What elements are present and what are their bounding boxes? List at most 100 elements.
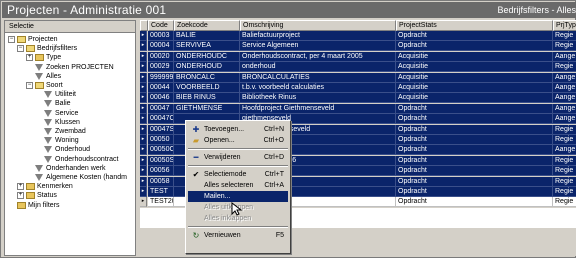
row-indicator-icon[interactable]: ▸ bbox=[140, 176, 147, 187]
menu-item[interactable]: ✔ Selectiemode Ctrl+T bbox=[188, 169, 288, 180]
row-indicator-icon[interactable]: ▸ bbox=[140, 135, 147, 145]
folder-icon bbox=[17, 201, 26, 209]
menu-item[interactable]: ━ Verwijderen Ctrl+D bbox=[188, 152, 288, 163]
tree-node[interactable]: − Projecten bbox=[8, 35, 58, 44]
row-indicator-icon[interactable]: ▸ bbox=[140, 187, 147, 197]
tree-node[interactable]: + Kenmerken bbox=[17, 182, 73, 191]
funnel-icon bbox=[44, 100, 52, 108]
table-cell: Regie bbox=[553, 176, 576, 187]
table-cell: Aange bbox=[553, 145, 576, 156]
tree-node-label: Service bbox=[55, 109, 79, 117]
column-header[interactable]: Omschrijving bbox=[240, 20, 396, 31]
tree-node-label: Klussen bbox=[55, 118, 80, 126]
table-row[interactable]: ▸ 00003 BALIE Baliefactuurproject Opdracht Re… bbox=[140, 31, 576, 41]
tree-node[interactable]: Klussen bbox=[35, 118, 80, 127]
collapse-icon[interactable]: − bbox=[8, 36, 15, 43]
expand-icon[interactable]: + bbox=[17, 183, 24, 191]
tree-node[interactable]: Woning bbox=[35, 136, 79, 145]
menu-item[interactable]: Mailen... bbox=[188, 191, 288, 202]
funnel-icon bbox=[44, 155, 52, 163]
funnel-icon bbox=[44, 109, 52, 117]
tree-node[interactable]: − Bedrijfsfilters bbox=[17, 44, 77, 53]
row-indicator-icon[interactable]: ▸ bbox=[140, 103, 147, 114]
tree-node[interactable]: Mijn filters bbox=[8, 201, 60, 210]
table-cell: t.b.v. voorbeeld calculaties bbox=[240, 83, 396, 93]
tree-node-label: Zwembad bbox=[55, 128, 86, 135]
row-indicator-icon[interactable]: ▸ bbox=[140, 51, 147, 62]
menu-item-label: Openen... bbox=[204, 137, 235, 144]
expand-icon[interactable]: + bbox=[17, 192, 24, 200]
table-row[interactable]: ▸ 00020 ONDERHOUDC Onderhoudscontract, per … bbox=[140, 51, 576, 62]
grid-header: Code Zoekcode Omschrijving ProjectStats PrjT… bbox=[140, 20, 576, 31]
tree-node-label: Onderhoudscontract bbox=[55, 155, 119, 163]
collapse-icon[interactable]: − bbox=[17, 45, 24, 53]
table-row[interactable]: ▸ 00029 ONDERHOUD onderhoud Acquisitie Regie bbox=[140, 62, 576, 73]
row-indicator-icon[interactable]: ▸ bbox=[140, 197, 147, 208]
table-row[interactable]: ▸ 00044 VOORBEELD t.b.v. voorbeeld calculat… bbox=[140, 83, 576, 93]
tree-node[interactable]: Utiliteit bbox=[35, 90, 76, 99]
menu-item-label: Alles selecteren bbox=[204, 182, 254, 189]
row-indicator-icon[interactable]: ▸ bbox=[140, 93, 147, 104]
tree-node[interactable]: Onderhoud bbox=[35, 145, 90, 154]
table-row[interactable]: ▸ 00004 SERVIVEA Service Algemeen Opdracht Re… bbox=[140, 41, 576, 52]
tree-node[interactable]: Algemene Kosten (handm bbox=[26, 173, 127, 182]
menu-item[interactable]: ✚ Toevoegen... Ctrl+N bbox=[188, 124, 288, 135]
collapse-icon[interactable]: − bbox=[26, 82, 33, 89]
tree-node[interactable]: Zwembad bbox=[35, 127, 86, 136]
table-cell: Regie bbox=[553, 62, 576, 73]
table-cell: SERVIVEA bbox=[174, 41, 240, 52]
table-cell: 999999 bbox=[148, 72, 174, 83]
table-cell: 00050C-06 bbox=[148, 145, 174, 156]
column-header[interactable]: Code bbox=[148, 20, 174, 31]
window-frame: Projecten - Administratie 001 Bedrijfsfi… bbox=[0, 0, 576, 258]
menu-item[interactable]: Alles selecteren Ctrl+A bbox=[188, 180, 288, 191]
menu-item-label: Selectiemode bbox=[204, 171, 247, 178]
menu-item-shortcut: Ctrl+O bbox=[263, 137, 284, 144]
column-header[interactable]: PrjTyp bbox=[553, 20, 576, 31]
column-header[interactable]: ProjectStats bbox=[396, 20, 553, 31]
menu-item-label: Vernieuwen bbox=[204, 232, 241, 239]
table-cell: Hoofdproject Giethmenseveld bbox=[240, 103, 396, 114]
tree-node[interactable]: Zoeken PROJECTEN bbox=[26, 63, 114, 72]
row-indicator-icon[interactable]: ▸ bbox=[140, 166, 147, 177]
tree-node[interactable]: Service bbox=[35, 109, 78, 118]
row-indicator-icon[interactable]: ▸ bbox=[140, 124, 147, 135]
table-cell: 00058 bbox=[148, 176, 174, 187]
table-cell: Opdracht bbox=[396, 176, 553, 187]
table-row[interactable]: ▸ 00047 GIETHMENSE Hoofdproject Giethmensev… bbox=[140, 103, 576, 114]
row-indicator-icon[interactable]: ▸ bbox=[140, 114, 147, 125]
table-row[interactable]: ▸ 999999 BRONCALC BRONCALCULATIES Acquisitie… bbox=[140, 72, 576, 83]
tree-node[interactable]: Onderhoudscontract bbox=[35, 155, 118, 164]
tree-node[interactable]: + Status bbox=[17, 191, 57, 200]
tree-node[interactable]: + Type bbox=[26, 53, 61, 62]
row-indicator-icon[interactable]: ▸ bbox=[140, 83, 147, 93]
row-indicator-icon[interactable]: ▸ bbox=[140, 62, 147, 73]
tree-node-label: Onderhoud bbox=[55, 146, 91, 154]
row-indicator-icon[interactable]: ▸ bbox=[140, 31, 147, 41]
row-indicator-icon[interactable]: ▸ bbox=[140, 41, 147, 52]
tree-node[interactable]: − Soort bbox=[26, 81, 63, 90]
tree-node-label: Utiliteit bbox=[55, 91, 77, 99]
row-indicator-icon[interactable]: ▸ bbox=[140, 155, 147, 166]
table-cell: Acquisitie bbox=[396, 62, 553, 73]
selection-panel-header: Selectie bbox=[5, 21, 135, 33]
menu-item-shortcut: Ctrl+T bbox=[264, 171, 284, 178]
refresh-icon: ↻ bbox=[192, 231, 200, 240]
table-cell: Opdracht bbox=[396, 135, 553, 145]
tree-node[interactable]: Onderhanden werk bbox=[26, 164, 106, 173]
table-cell: Acquisitie bbox=[396, 51, 553, 62]
menu-item[interactable]: ▰ Openen... Ctrl+O bbox=[188, 135, 288, 146]
funnel-icon bbox=[44, 91, 52, 99]
tree-node[interactable]: Balie bbox=[35, 99, 71, 108]
title-bar[interactable]: Projecten - Administratie 001 Bedrijfsfi… bbox=[2, 2, 576, 18]
menu-item[interactable]: ↻ Vernieuwen F5 bbox=[188, 230, 288, 241]
row-indicator-icon[interactable]: ▸ bbox=[140, 145, 147, 156]
column-header[interactable]: Zoekcode bbox=[174, 20, 240, 31]
table-row[interactable]: ▸ 00046 BIEB RINUS Bibliotheek Rinus Acquisi… bbox=[140, 93, 576, 104]
context-menu: ✚ Toevoegen... Ctrl+N ▰ Openen... Ctrl+O ━ Verw… bbox=[185, 120, 291, 254]
row-indicator-icon[interactable]: ▸ bbox=[140, 72, 147, 83]
expand-icon[interactable]: + bbox=[26, 54, 33, 62]
table-cell: BRONCALC bbox=[174, 72, 240, 83]
table-cell: Aange bbox=[553, 83, 576, 93]
tree-node[interactable]: Alles bbox=[26, 72, 61, 81]
